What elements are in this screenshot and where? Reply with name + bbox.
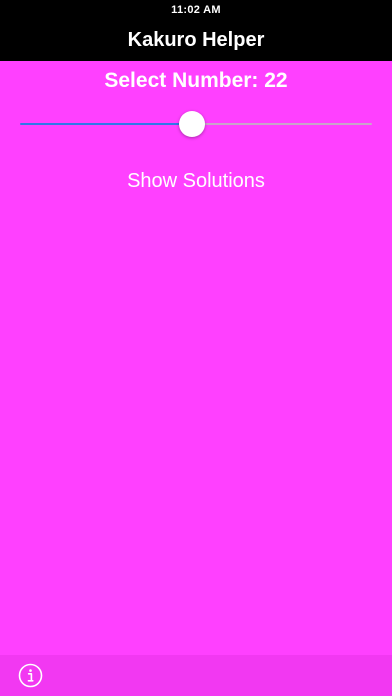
main-content: Select Number: 22 Show Solutions <box>0 61 392 655</box>
show-solutions-button[interactable]: Show Solutions <box>96 165 296 197</box>
status-time: 11:02 AM <box>171 4 221 16</box>
slider-track-empty <box>192 123 372 125</box>
number-slider[interactable] <box>20 109 372 139</box>
navigation-bar: Kakuro Helper <box>0 20 392 61</box>
slider-thumb[interactable] <box>179 111 205 137</box>
info-circle-icon[interactable] <box>18 663 43 688</box>
bottom-toolbar <box>0 655 392 696</box>
select-number-label: Select Number: 22 <box>104 69 288 92</box>
status-bar: 11:02 AM <box>0 0 392 20</box>
slider-track-filled <box>20 123 192 125</box>
page-title: Kakuro Helper <box>127 29 265 51</box>
